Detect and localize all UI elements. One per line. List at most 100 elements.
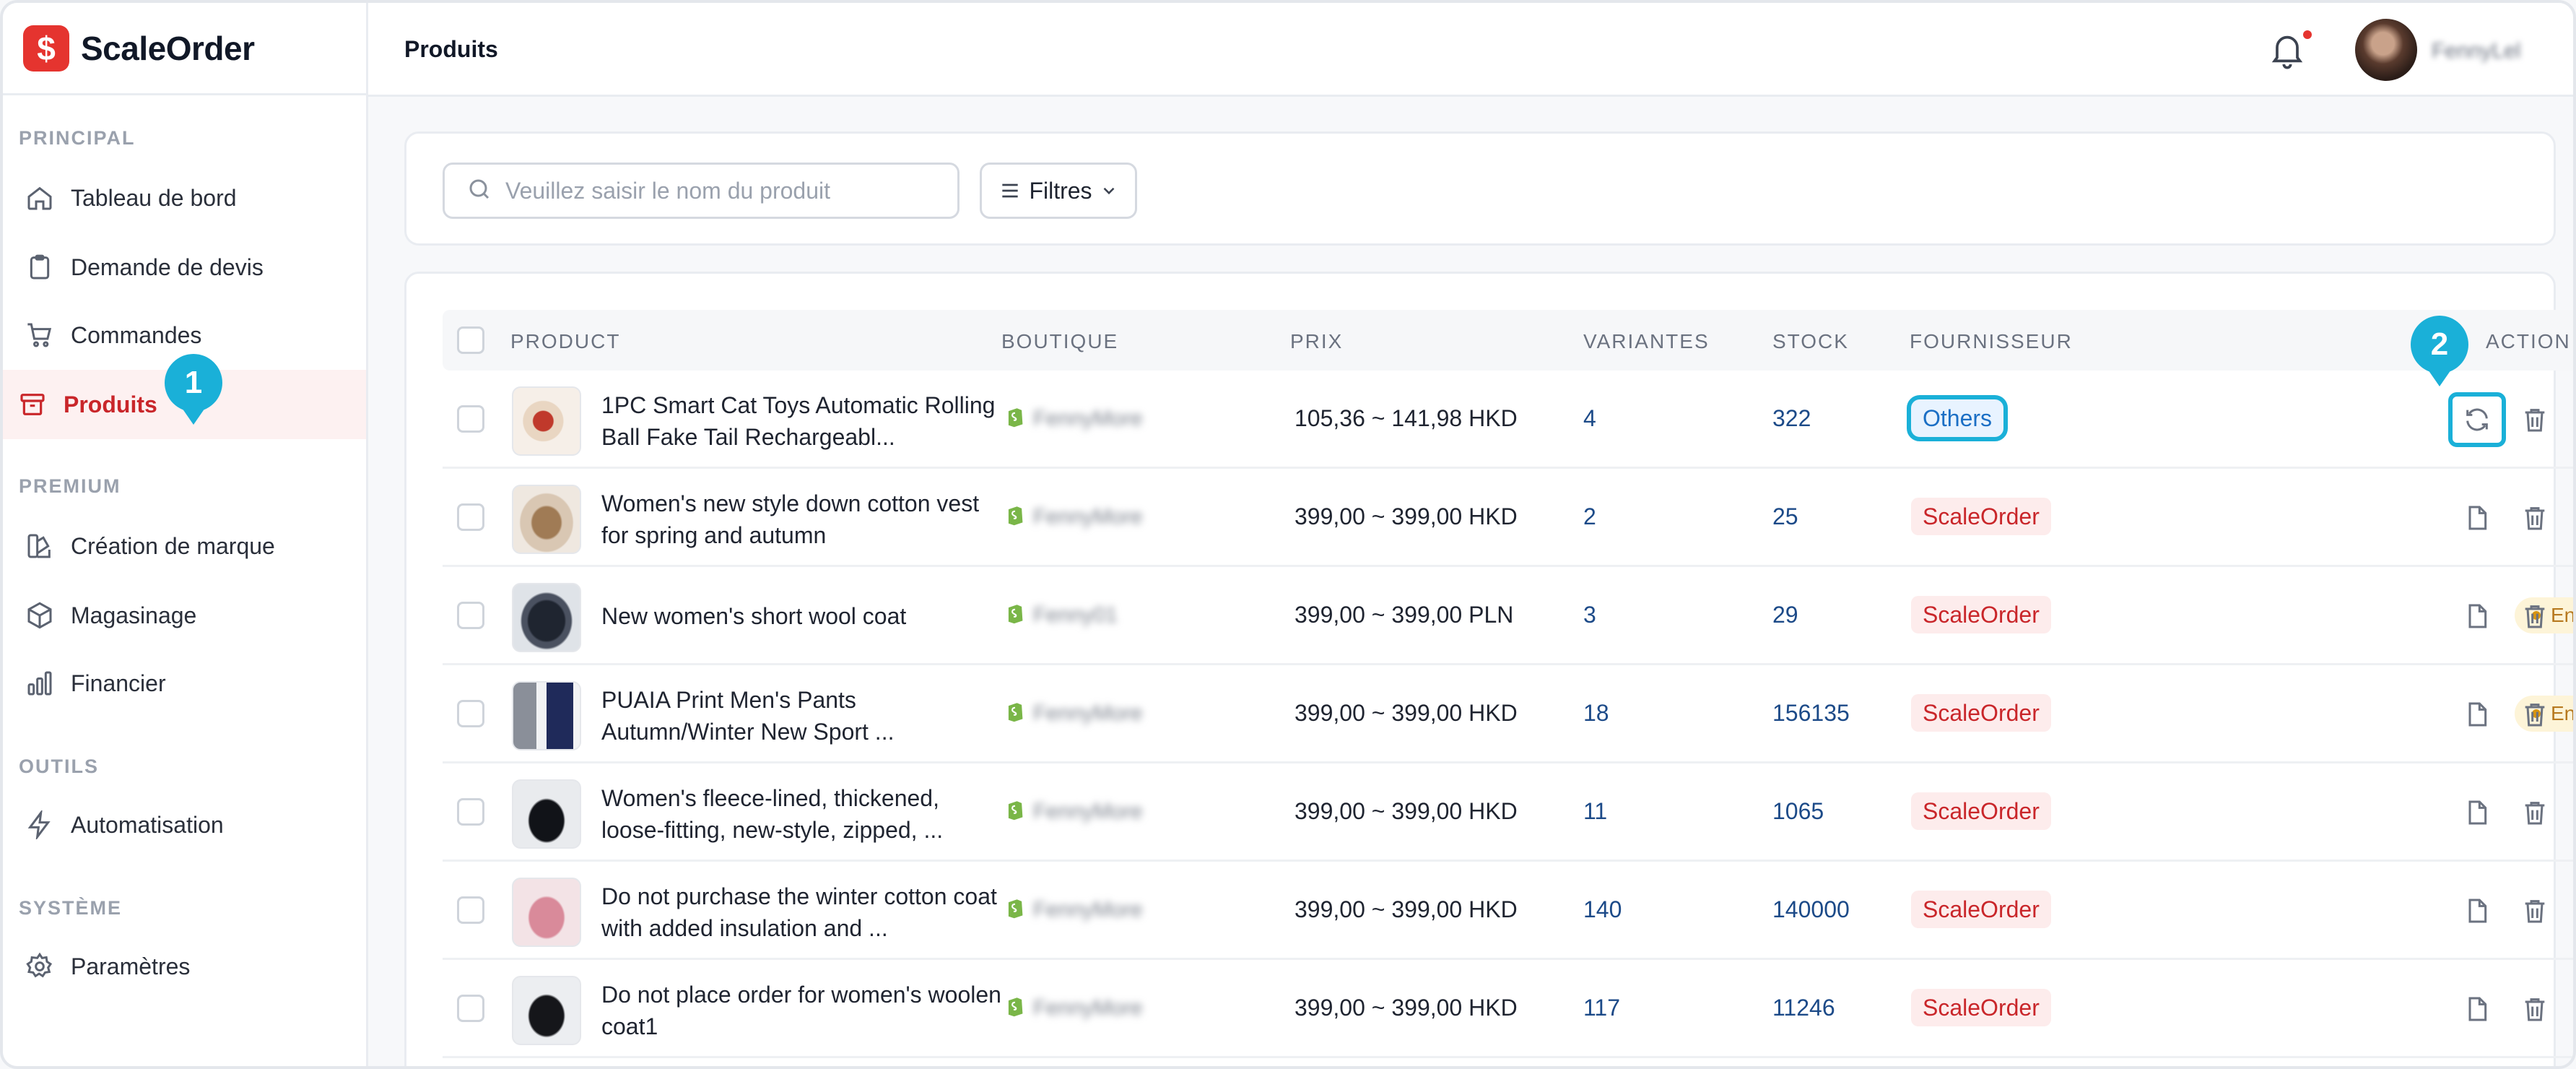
section-tools: OUTILS xyxy=(19,756,99,777)
row-checkbox[interactable] xyxy=(457,798,484,826)
price: 399,00 ~ 399,00 HKD xyxy=(1294,503,1518,529)
stock-count[interactable]: 140000 xyxy=(1772,896,1850,923)
product-name[interactable]: PUAIA Print Men's Pants Autumn/Winter Ne… xyxy=(601,684,1006,748)
trash-icon xyxy=(2520,700,2549,729)
shop-name: FennyMore xyxy=(1033,701,1143,725)
price: 399,00 ~ 399,00 HKD xyxy=(1294,995,1518,1021)
section-principal: PRINCIPAL xyxy=(19,127,136,149)
supplier-tag: ScaleOrder xyxy=(1911,989,2051,1026)
document-icon xyxy=(2463,896,2492,925)
row-checkbox[interactable] xyxy=(457,896,484,924)
shop-name: FennyMore xyxy=(1033,995,1143,1020)
delete-button[interactable] xyxy=(2518,795,2552,830)
variants-count[interactable]: 140 xyxy=(1583,896,1622,923)
variants-count[interactable]: 2 xyxy=(1583,503,1596,530)
table-row[interactable]: Women's fleece-lined, thickened, loose-f… xyxy=(443,763,2573,862)
logo[interactable]: $ ScaleOrder xyxy=(3,3,366,95)
table-row[interactable]: 1PC Smart Cat Toys Automatic Rolling Bal… xyxy=(443,371,2573,469)
row-checkbox[interactable] xyxy=(457,995,484,1022)
search-box[interactable] xyxy=(443,163,960,219)
product-name[interactable]: Women's new style down cotton vest for s… xyxy=(601,488,1006,551)
stock-count[interactable]: 25 xyxy=(1772,503,1798,530)
product-name[interactable]: 1PC Smart Cat Toys Automatic Rolling Bal… xyxy=(601,389,1006,453)
delete-button[interactable] xyxy=(2518,599,2552,633)
shop-cell: FennyMore xyxy=(1006,798,1143,825)
details-button[interactable] xyxy=(2460,893,2494,928)
sidebar-item-financial[interactable]: Financier xyxy=(3,649,366,718)
delete-button[interactable] xyxy=(2518,402,2552,437)
product-name[interactable]: Do not purchase the winter cotton coat w… xyxy=(601,880,1006,944)
shop-name: FennyMore xyxy=(1033,897,1143,922)
delete-button[interactable] xyxy=(2518,893,2552,928)
sidebar: $ ScaleOrder PRINCIPAL Tableau de bord D… xyxy=(3,3,368,1066)
sidebar-item-warehousing[interactable]: Magasinage xyxy=(3,581,366,650)
home-icon xyxy=(25,183,55,213)
sidebar-item-quotes[interactable]: Demande de devis xyxy=(3,233,366,302)
table-row[interactable]: Women's new style down cotton vest for s… xyxy=(443,469,2573,567)
sidebar-item-branding[interactable]: Création de marque xyxy=(3,511,366,581)
product-thumbnail xyxy=(512,976,581,1045)
filters-button[interactable]: Filtres xyxy=(980,163,1137,219)
row-checkbox[interactable] xyxy=(457,405,484,433)
bar-chart-icon xyxy=(25,668,55,698)
details-button[interactable] xyxy=(2460,599,2494,633)
sidebar-item-settings[interactable]: Paramètres xyxy=(3,932,366,1001)
details-button[interactable] xyxy=(2460,501,2494,535)
stock-count[interactable]: 156135 xyxy=(1772,700,1850,727)
avatar[interactable] xyxy=(2355,19,2417,81)
variants-count[interactable]: 18 xyxy=(1583,700,1609,727)
document-icon xyxy=(2463,700,2492,729)
row-checkbox[interactable] xyxy=(457,503,484,531)
supplier-tag: ScaleOrder xyxy=(1911,498,2051,535)
shop-cell: FennyMore xyxy=(1006,896,1143,923)
trash-icon xyxy=(2520,798,2549,827)
product-thumbnail xyxy=(512,386,581,456)
variants-count[interactable]: 3 xyxy=(1583,602,1596,628)
variants-count[interactable]: 4 xyxy=(1583,405,1596,432)
row-checkbox[interactable] xyxy=(457,700,484,727)
sidebar-item-dashboard[interactable]: Tableau de bord xyxy=(3,163,366,233)
product-thumbnail xyxy=(512,878,581,947)
table-row[interactable]: PUAIA Print Men's Pants Autumn/Winter Ne… xyxy=(443,665,2573,763)
bell-icon[interactable] xyxy=(2267,29,2307,69)
variants-count[interactable]: 117 xyxy=(1583,995,1620,1021)
sidebar-item-label: Création de marque xyxy=(71,532,275,559)
product-name[interactable]: Women's fleece-lined, thickened, loose-f… xyxy=(601,782,1006,846)
table-row[interactable]: New women's short wool coat Fenny01 399,… xyxy=(443,567,2573,665)
sync-button[interactable] xyxy=(2448,392,2506,447)
table-row[interactable]: Do not purchase the winter cotton coat w… xyxy=(443,862,2573,960)
delete-button[interactable] xyxy=(2518,697,2552,732)
step-badge-2: 2 xyxy=(2411,316,2468,386)
row-checkbox[interactable] xyxy=(457,602,484,629)
details-button[interactable] xyxy=(2460,697,2494,732)
document-icon xyxy=(2463,798,2492,827)
product-thumbnail xyxy=(512,583,581,652)
product-name[interactable]: New women's short wool coat xyxy=(601,600,1006,632)
top-header: Produits FennyLel xyxy=(368,3,2573,97)
sidebar-item-automation[interactable]: Automatisation xyxy=(3,790,366,860)
stock-count[interactable]: 322 xyxy=(1772,405,1811,432)
delete-button[interactable] xyxy=(2518,992,2552,1026)
stock-count[interactable]: 1065 xyxy=(1772,798,1824,825)
details-button[interactable] xyxy=(2460,795,2494,830)
username[interactable]: FennyLel xyxy=(2432,39,2520,64)
table-row[interactable]: Do not place order for women's woolen co… xyxy=(443,960,2573,1058)
variants-count[interactable]: 11 xyxy=(1583,798,1607,825)
details-button[interactable] xyxy=(2460,992,2494,1026)
palette-icon xyxy=(25,531,55,561)
stock-count[interactable]: 29 xyxy=(1772,602,1798,628)
sidebar-item-label: Magasinage xyxy=(71,602,197,628)
search-input[interactable] xyxy=(505,177,939,204)
shop-cell: FennyMore xyxy=(1006,700,1143,727)
col-product: PRODUCT xyxy=(510,330,621,352)
delete-button[interactable] xyxy=(2518,501,2552,535)
stock-count[interactable]: 11246 xyxy=(1772,995,1835,1021)
app-name: ScaleOrder xyxy=(81,29,255,67)
product-name[interactable]: Do not place order for women's woolen co… xyxy=(601,979,1006,1042)
col-action: ACTION xyxy=(2486,330,2571,352)
product-thumbnail xyxy=(512,485,581,554)
section-premium: PREMIUM xyxy=(19,475,121,497)
shop-cell: Fenny01 xyxy=(1006,602,1118,628)
select-all-checkbox[interactable] xyxy=(457,326,484,354)
sidebar-item-label: Financier xyxy=(71,670,166,696)
